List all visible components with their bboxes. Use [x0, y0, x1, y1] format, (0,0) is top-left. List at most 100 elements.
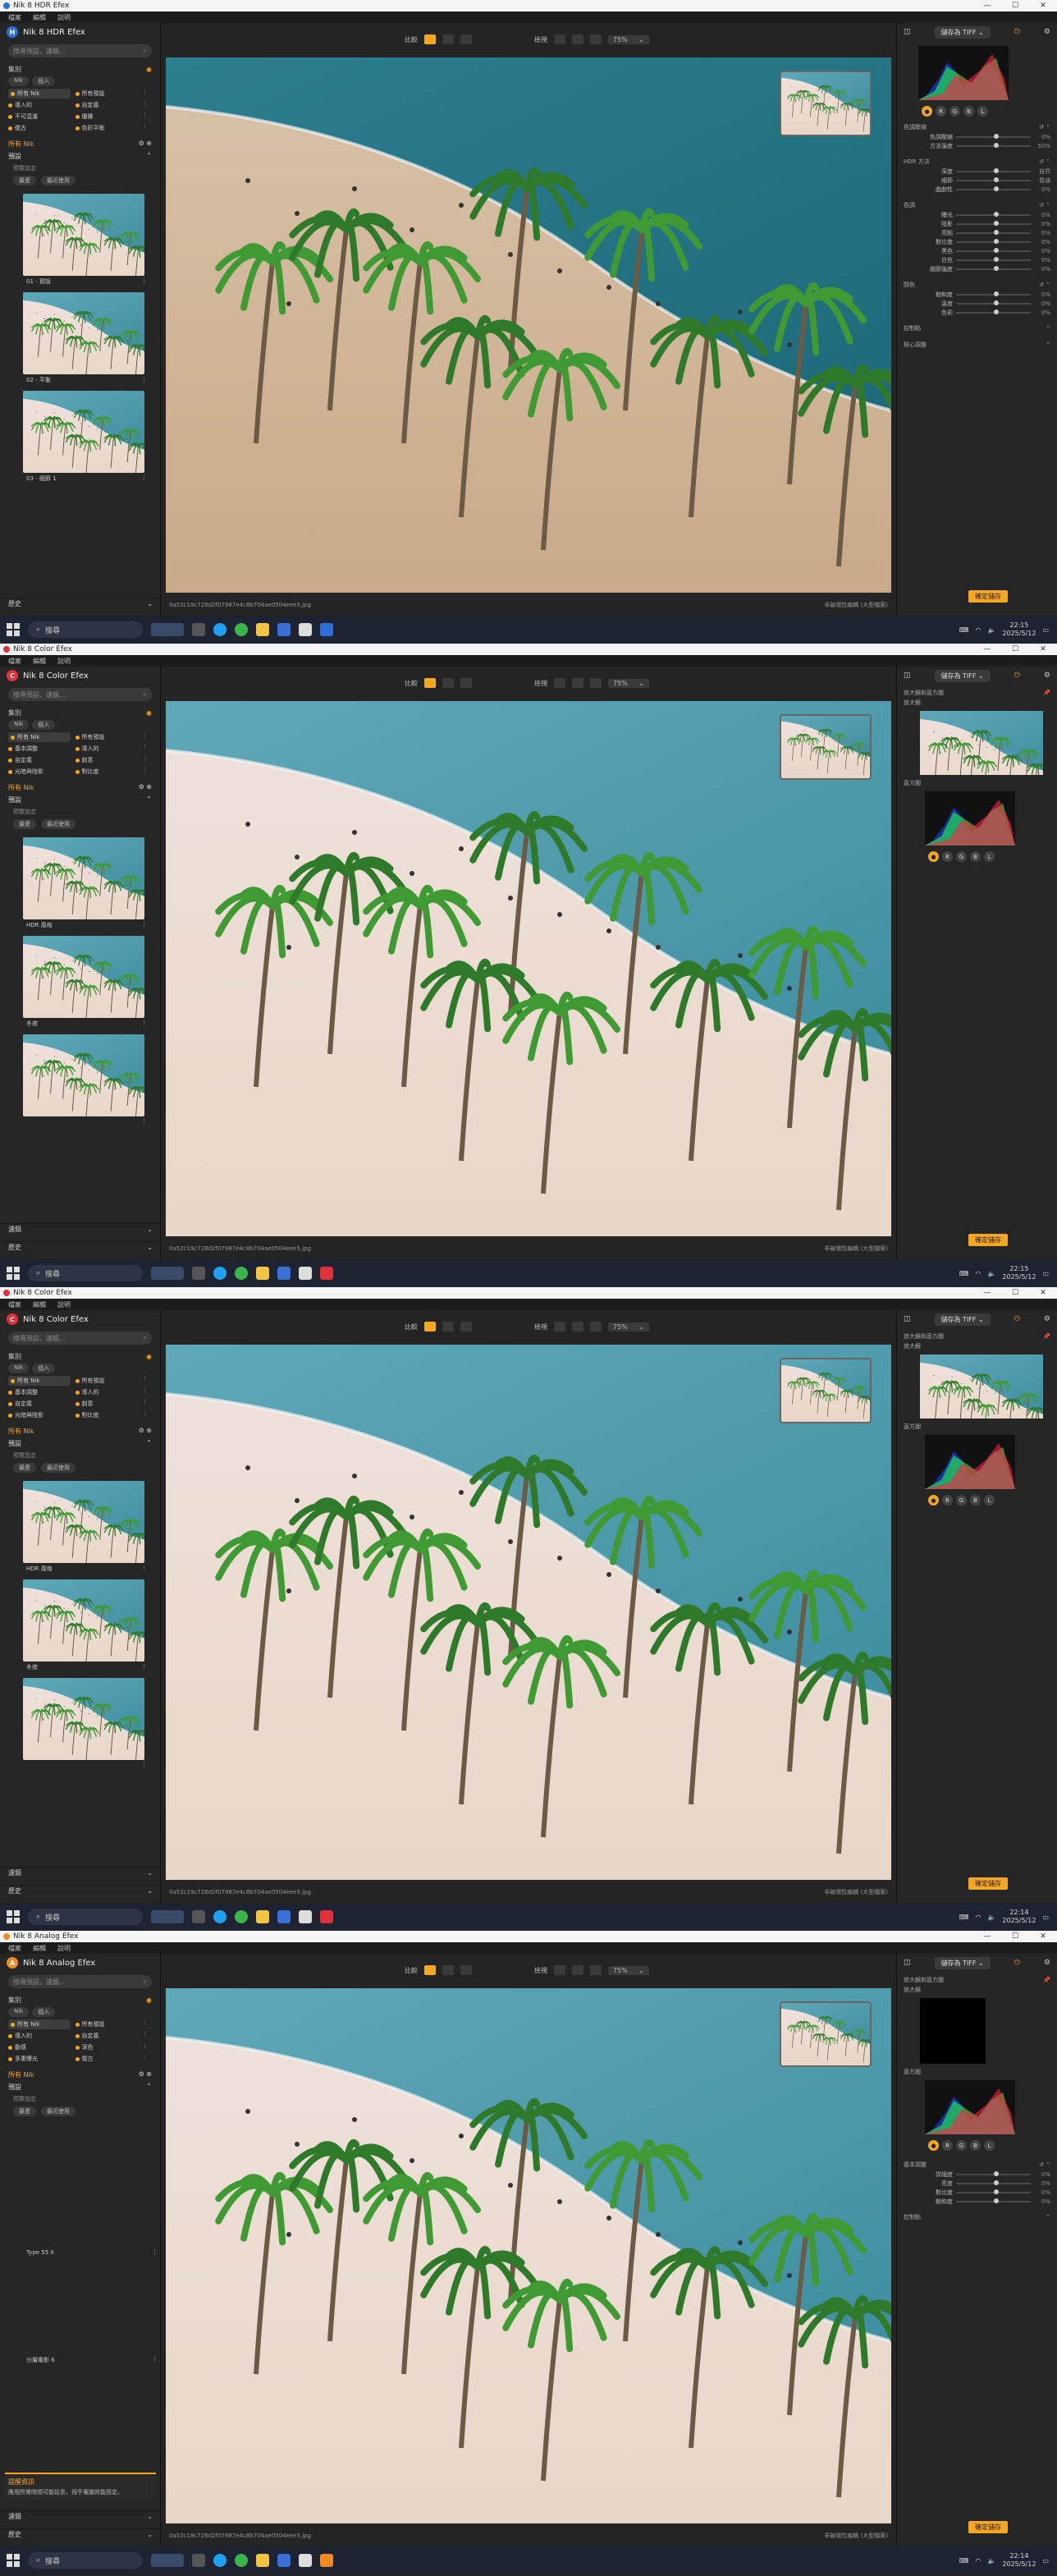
notification-icon[interactable]: ▭: [1042, 2557, 1049, 2565]
slider-knob[interactable]: [993, 265, 999, 271]
left-panel-section-toggle[interactable]: 歷史 ⌄: [0, 2528, 161, 2540]
filter-more-icon[interactable]: ⋮: [142, 112, 152, 121]
image-canvas[interactable]: [166, 57, 891, 593]
clock[interactable]: 22:15 2025/5/12: [1002, 1265, 1036, 1281]
fit-view-button[interactable]: [554, 1322, 565, 1332]
preset-thumbnail[interactable]: [23, 1678, 144, 1760]
apply-button[interactable]: 確定儲存: [968, 1877, 1008, 1890]
maximize-icon[interactable]: ☐: [1001, 1931, 1029, 1942]
favorites-pill[interactable]: 最愛: [13, 176, 36, 186]
slider-track[interactable]: [956, 220, 1031, 226]
filter-chip[interactable]: 所有預設: [75, 89, 138, 99]
filter-chip[interactable]: 動感: [8, 2042, 71, 2052]
channel-l-button[interactable]: L: [984, 1495, 995, 1506]
slider-track[interactable]: [956, 2198, 1031, 2203]
widgets-icon[interactable]: [151, 1910, 184, 1923]
fit-view-button[interactable]: [554, 678, 565, 688]
navigator-thumbnail[interactable]: [780, 714, 872, 780]
compare-toggle-button[interactable]: [460, 1322, 472, 1332]
filter-chip[interactable]: 創意: [75, 1399, 138, 1409]
preset-thumbnail[interactable]: [23, 936, 144, 1018]
filter-chip[interactable]: 色彩平衡: [75, 123, 138, 133]
settings-icon[interactable]: ⚙: [1044, 1959, 1050, 1967]
right-footer-section[interactable]: 控制點 ⌃: [897, 320, 1057, 337]
navigator-thumbnail[interactable]: [780, 71, 872, 136]
maximize-icon[interactable]: ☐: [1001, 0, 1029, 11]
slider-knob[interactable]: [993, 2198, 999, 2203]
channel-b-button[interactable]: B: [970, 851, 981, 862]
nik-actions-icon[interactable]: ⚙ ⊕: [139, 1427, 152, 1436]
recent-pill[interactable]: 最近使用: [41, 176, 76, 186]
task-view-icon[interactable]: [192, 1267, 205, 1280]
channel-g-button[interactable]: G: [956, 2140, 967, 2151]
left-panel-section-toggle[interactable]: 濾鏡 ⌄: [0, 2510, 161, 2522]
favorites-pill[interactable]: 最愛: [13, 2106, 36, 2116]
filter-chip[interactable]: 自定義: [75, 2031, 138, 2041]
close-icon[interactable]: ✕: [1029, 1287, 1057, 1299]
left-panel-section-toggle[interactable]: 歷史 ⌄: [0, 598, 161, 609]
channel-b-button[interactable]: B: [970, 2140, 981, 2151]
left-panel-section-toggle[interactable]: 歷史 ⌄: [0, 1885, 161, 1896]
tab-nik[interactable]: Nik: [8, 720, 30, 730]
eye-icon[interactable]: ◉: [146, 1996, 152, 2004]
explorer-icon[interactable]: [256, 2554, 269, 2567]
more-icon[interactable]: ⋮: [141, 277, 147, 287]
channel-r-button[interactable]: R: [936, 106, 946, 117]
close-icon[interactable]: ✕: [1029, 644, 1057, 655]
search-input[interactable]: 搜尋預設、濾鏡... ⌕: [8, 688, 152, 701]
filter-chip[interactable]: 復古: [75, 2054, 138, 2064]
start-button[interactable]: [7, 1910, 20, 1923]
more-icon[interactable]: ⋮: [141, 921, 147, 931]
more-icon[interactable]: ⋮: [141, 474, 147, 484]
slider-track[interactable]: [956, 291, 1031, 296]
tab-personal[interactable]: 個人: [32, 76, 56, 86]
filter-more-icon[interactable]: ⋮: [142, 123, 152, 133]
keyboard-icon[interactable]: ⌨: [959, 626, 969, 634]
nik-row[interactable]: 所有 Nik ⚙ ⊕: [0, 1423, 160, 1436]
side-by-side-button[interactable]: [442, 1965, 454, 1975]
filter-more-icon[interactable]: ⋮: [142, 1387, 152, 1397]
edge-icon[interactable]: [213, 1267, 226, 1280]
channel-l-button[interactable]: L: [984, 851, 995, 862]
tab-nik[interactable]: Nik: [8, 76, 30, 86]
slider-knob[interactable]: [993, 291, 999, 296]
widgets-icon[interactable]: [151, 1267, 184, 1280]
keyboard-icon[interactable]: ⌨: [959, 2557, 969, 2565]
slider-knob[interactable]: [993, 176, 999, 182]
filter-chip[interactable]: 所有預設: [75, 2019, 138, 2029]
menu-item[interactable]: 檔案: [8, 1944, 21, 1953]
explorer-icon[interactable]: [256, 1910, 269, 1923]
slider-track[interactable]: [956, 238, 1031, 244]
filter-chip[interactable]: 基本調整: [8, 744, 71, 754]
save-as-button[interactable]: 儲存為 TIFF ⌄: [934, 1956, 991, 1969]
search-input[interactable]: 搜尋預設、濾鏡... ⌕: [8, 1975, 152, 1988]
compare-toggle-button[interactable]: [460, 1965, 472, 1975]
filter-more-icon[interactable]: ⋮: [142, 2054, 152, 2064]
reset-icon[interactable]: ↺ ⌃: [1039, 202, 1050, 209]
filter-more-icon[interactable]: ⋮: [142, 1399, 152, 1409]
taskbar-search[interactable]: ⌕ 搜尋: [28, 621, 143, 638]
clock[interactable]: 22:14 2025/5/12: [1002, 2552, 1036, 2569]
power-icon[interactable]: ⏻: [1014, 1315, 1020, 1323]
image-canvas[interactable]: [166, 1345, 891, 1880]
reset-icon[interactable]: ↺ ⌃: [1039, 158, 1050, 165]
settings-icon[interactable]: ⚙: [1044, 28, 1050, 36]
slider-knob[interactable]: [993, 300, 999, 305]
close-icon[interactable]: ✕: [1029, 1931, 1057, 1942]
more-icon[interactable]: ⋮: [152, 2356, 158, 2366]
menu-item[interactable]: 說明: [57, 1300, 71, 1309]
filter-chip[interactable]: 優雅: [75, 112, 138, 121]
favorites-pill[interactable]: 最愛: [13, 1463, 36, 1473]
store-icon[interactable]: [277, 623, 291, 636]
slider-track[interactable]: [956, 176, 1031, 182]
filter-more-icon[interactable]: ⋮: [142, 100, 152, 110]
preset-thumbnail[interactable]: [23, 1579, 144, 1662]
nik-row[interactable]: 所有 Nik ⚙ ⊕: [0, 780, 160, 792]
more-icon[interactable]: ⋮: [141, 1762, 147, 1772]
filter-chip[interactable]: 多重曝光: [8, 2054, 71, 2064]
filter-more-icon[interactable]: ⋮: [142, 732, 152, 742]
grid-view-button[interactable]: [572, 34, 583, 44]
layers-icon[interactable]: ◫: [904, 672, 911, 680]
filter-more-icon[interactable]: ⋮: [142, 2031, 152, 2041]
right-footer-section[interactable]: 核心調整 ⌃: [897, 337, 1057, 353]
